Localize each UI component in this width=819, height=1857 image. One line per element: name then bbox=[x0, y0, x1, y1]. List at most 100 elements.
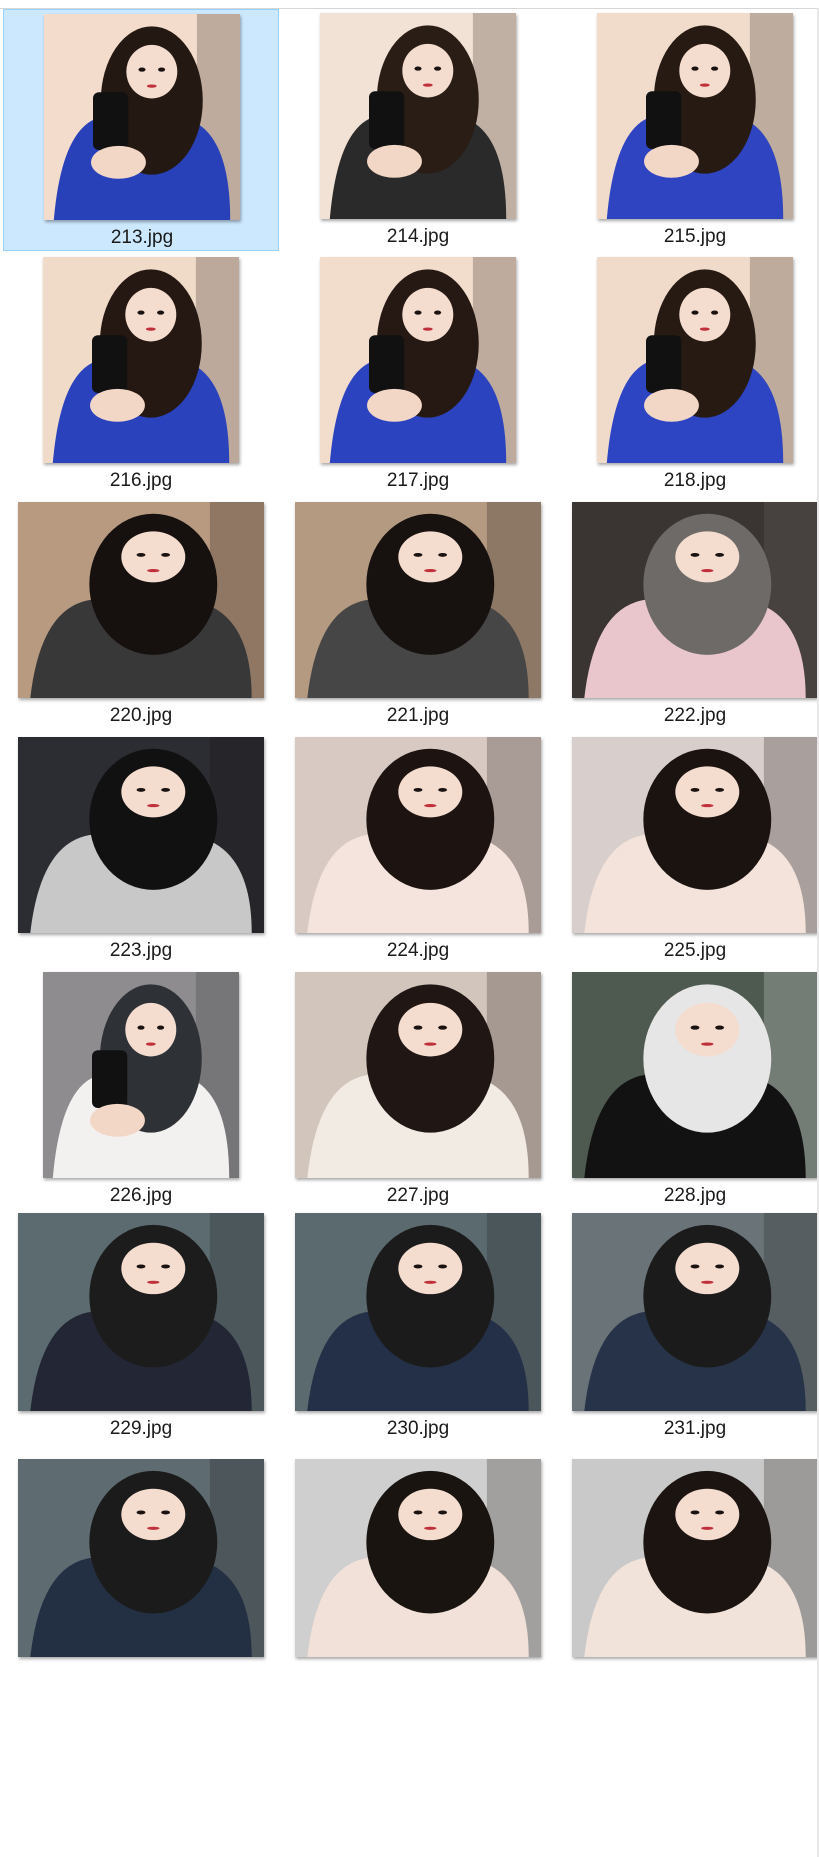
file-item[interactable]: 230.jpg bbox=[280, 1209, 556, 1453]
thumbnail-area bbox=[3, 968, 279, 1178]
image-thumbnail[interactable] bbox=[295, 1459, 541, 1657]
image-thumbnail[interactable] bbox=[18, 1459, 264, 1657]
photo-preview bbox=[597, 257, 793, 463]
thumbnail-area bbox=[3, 498, 279, 698]
photo-preview bbox=[320, 257, 516, 463]
file-item[interactable]: 231.jpg bbox=[557, 1209, 819, 1453]
file-name-label: 226.jpg bbox=[109, 1185, 173, 1206]
photo-preview bbox=[295, 1213, 541, 1411]
file-name-label: 228.jpg bbox=[663, 1185, 727, 1206]
thumbnail-area bbox=[280, 968, 556, 1178]
file-name-label: 217.jpg bbox=[386, 470, 450, 491]
file-explorer-window: 213.jpg 214.jpg 215.jpg 216.jpg 217.jpg 218.j… bbox=[0, 0, 819, 1857]
image-thumbnail[interactable] bbox=[572, 1213, 818, 1411]
file-item[interactable]: 225.jpg bbox=[557, 733, 819, 965]
image-thumbnail[interactable] bbox=[320, 13, 516, 219]
image-thumbnail[interactable] bbox=[43, 972, 239, 1178]
file-item[interactable]: 221.jpg bbox=[280, 498, 556, 730]
file-item[interactable]: 227.jpg bbox=[280, 968, 556, 1206]
thumbnail-area bbox=[557, 1455, 819, 1657]
file-item[interactable]: 220.jpg bbox=[3, 498, 279, 730]
image-thumbnail[interactable] bbox=[43, 257, 239, 463]
thumbnail-area bbox=[280, 1455, 556, 1657]
file-item[interactable]: 217.jpg bbox=[280, 253, 556, 495]
image-thumbnail[interactable] bbox=[44, 14, 240, 220]
file-name-label: 222.jpg bbox=[663, 705, 727, 726]
file-name-label: 216.jpg bbox=[109, 470, 173, 491]
thumbnail-area bbox=[4, 10, 280, 220]
file-item[interactable]: 222.jpg bbox=[557, 498, 819, 730]
file-name-label: 213.jpg bbox=[110, 227, 174, 248]
photo-preview bbox=[44, 14, 240, 220]
file-item[interactable]: 216.jpg bbox=[3, 253, 279, 495]
file-name-label: 231.jpg bbox=[663, 1418, 727, 1439]
image-thumbnail[interactable] bbox=[18, 1213, 264, 1411]
photo-preview bbox=[18, 1459, 264, 1657]
file-item[interactable]: 215.jpg bbox=[557, 9, 819, 251]
image-thumbnail[interactable] bbox=[597, 13, 793, 219]
image-thumbnail[interactable] bbox=[572, 1459, 818, 1657]
thumbnail-area bbox=[280, 9, 556, 219]
file-item[interactable] bbox=[557, 1455, 819, 1699]
file-item[interactable] bbox=[3, 1455, 279, 1699]
file-name-label: 224.jpg bbox=[386, 940, 450, 961]
file-item[interactable]: 226.jpg bbox=[3, 968, 279, 1206]
image-thumbnail[interactable] bbox=[295, 1213, 541, 1411]
file-item[interactable]: 229.jpg bbox=[3, 1209, 279, 1453]
image-thumbnail[interactable] bbox=[295, 502, 541, 698]
file-item[interactable] bbox=[280, 1455, 556, 1699]
image-thumbnail[interactable] bbox=[572, 502, 818, 698]
photo-preview bbox=[572, 1459, 818, 1657]
file-name-label: 227.jpg bbox=[386, 1185, 450, 1206]
thumbnail-area bbox=[557, 968, 819, 1178]
file-name-label: 230.jpg bbox=[386, 1418, 450, 1439]
file-item[interactable]: 223.jpg bbox=[3, 733, 279, 965]
image-thumbnail[interactable] bbox=[18, 502, 264, 698]
top-border bbox=[0, 0, 819, 9]
photo-preview bbox=[18, 502, 264, 698]
file-name-label: 218.jpg bbox=[663, 470, 727, 491]
file-name-label: 215.jpg bbox=[663, 226, 727, 247]
photo-preview bbox=[295, 737, 541, 933]
thumbnail-area bbox=[280, 1209, 556, 1411]
thumbnail-area bbox=[3, 253, 279, 463]
photo-preview bbox=[572, 972, 818, 1178]
file-item[interactable]: 228.jpg bbox=[557, 968, 819, 1206]
thumbnail-area bbox=[280, 498, 556, 698]
image-thumbnail[interactable] bbox=[572, 972, 818, 1178]
photo-preview bbox=[295, 972, 541, 1178]
image-thumbnail[interactable] bbox=[320, 257, 516, 463]
photo-preview bbox=[18, 1213, 264, 1411]
image-thumbnail[interactable] bbox=[18, 737, 264, 933]
photo-preview bbox=[572, 1213, 818, 1411]
file-item[interactable]: 213.jpg bbox=[3, 9, 279, 251]
file-name-label: 220.jpg bbox=[109, 705, 173, 726]
thumbnail-area bbox=[557, 498, 819, 698]
photo-preview bbox=[597, 13, 793, 219]
thumbnail-area bbox=[557, 733, 819, 933]
thumbnail-area bbox=[557, 9, 819, 219]
photo-preview bbox=[295, 502, 541, 698]
thumbnail-area bbox=[3, 733, 279, 933]
file-item[interactable]: 224.jpg bbox=[280, 733, 556, 965]
file-name-label: 225.jpg bbox=[663, 940, 727, 961]
thumbnail-area bbox=[3, 1209, 279, 1411]
file-item[interactable]: 218.jpg bbox=[557, 253, 819, 495]
image-thumbnail[interactable] bbox=[597, 257, 793, 463]
photo-preview bbox=[572, 502, 818, 698]
photo-preview bbox=[18, 737, 264, 933]
image-thumbnail[interactable] bbox=[295, 972, 541, 1178]
thumbnail-area bbox=[557, 1209, 819, 1411]
photo-preview bbox=[295, 1459, 541, 1657]
photo-preview bbox=[43, 257, 239, 463]
thumbnail-area bbox=[3, 1455, 279, 1657]
thumbnail-area bbox=[280, 253, 556, 463]
image-thumbnail[interactable] bbox=[295, 737, 541, 933]
thumbnail-area bbox=[280, 733, 556, 933]
thumbnail-area bbox=[557, 253, 819, 463]
file-item[interactable]: 214.jpg bbox=[280, 9, 556, 251]
file-name-label: 223.jpg bbox=[109, 940, 173, 961]
image-thumbnail[interactable] bbox=[572, 737, 818, 933]
photo-preview bbox=[572, 737, 818, 933]
file-name-label: 221.jpg bbox=[386, 705, 450, 726]
